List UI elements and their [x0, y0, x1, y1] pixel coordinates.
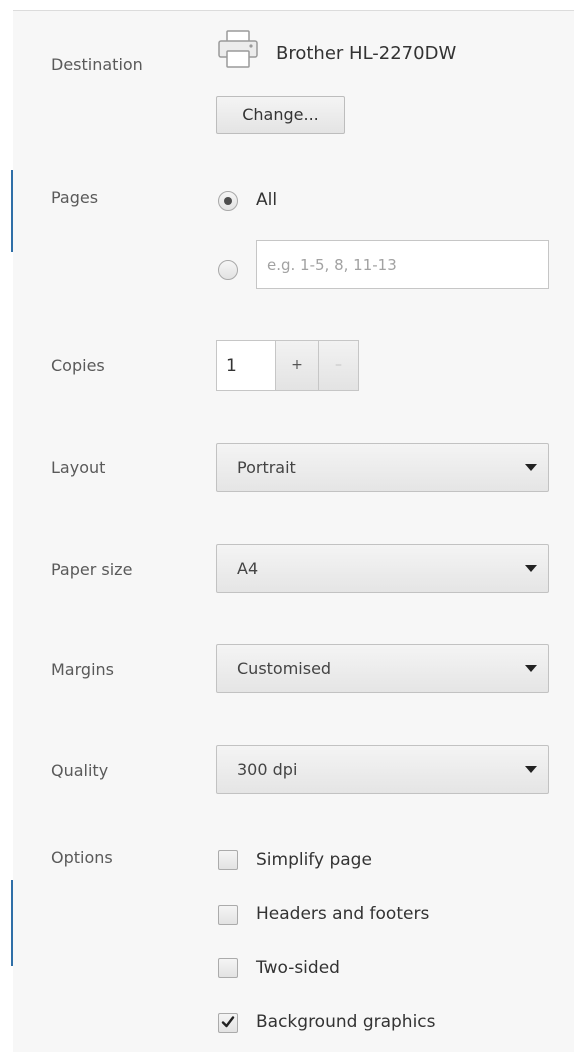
quality-select-value: 300 dpi — [237, 760, 298, 779]
change-destination-button[interactable]: Change... — [216, 96, 345, 134]
options-label: Options — [51, 848, 113, 867]
pages-all-radio[interactable] — [218, 191, 238, 211]
copies-input[interactable] — [216, 340, 276, 391]
margins-label: Margins — [51, 660, 114, 679]
pages-label: Pages — [51, 188, 99, 207]
chevron-down-icon — [525, 464, 537, 471]
print-settings-panel — [13, 10, 574, 1052]
two-sided-label[interactable]: Two-sided — [256, 957, 340, 979]
headers-footers-checkbox[interactable] — [218, 905, 238, 925]
quality-select[interactable]: 300 dpi — [216, 745, 549, 794]
chevron-down-icon — [525, 565, 537, 572]
pages-custom-radio[interactable] — [218, 260, 238, 280]
chevron-down-icon — [525, 665, 537, 672]
background-graphics-label[interactable]: Background graphics — [256, 1011, 436, 1033]
panel-edge-accent-bottom — [11, 880, 13, 966]
quality-label: Quality — [51, 761, 109, 780]
margins-select-value: Customised — [237, 659, 332, 678]
checkmark-icon — [221, 1016, 235, 1028]
layout-select-value: Portrait — [237, 458, 296, 477]
destination-label: Destination — [51, 55, 143, 74]
headers-footers-label[interactable]: Headers and footers — [256, 903, 429, 925]
layout-select[interactable]: Portrait — [216, 443, 549, 492]
background-graphics-checkbox[interactable] — [218, 1013, 238, 1033]
copies-decrement-button[interactable]: – — [318, 340, 359, 391]
paper-size-select-value: A4 — [237, 559, 259, 578]
pages-all-label[interactable]: All — [256, 189, 277, 211]
simplify-page-label[interactable]: Simplify page — [256, 849, 372, 871]
simplify-page-checkbox[interactable] — [218, 850, 238, 870]
panel-edge-accent-top — [11, 170, 13, 252]
two-sided-checkbox[interactable] — [218, 958, 238, 978]
pages-custom-input[interactable] — [256, 240, 549, 289]
destination-printer-name: Brother HL-2270DW — [276, 43, 457, 64]
copies-increment-button[interactable]: + — [275, 340, 319, 391]
copies-label: Copies — [51, 356, 105, 375]
paper-size-select[interactable]: A4 — [216, 544, 549, 593]
margins-select[interactable]: Customised — [216, 644, 549, 693]
printer-icon — [218, 30, 258, 68]
chevron-down-icon — [525, 766, 537, 773]
layout-label: Layout — [51, 458, 106, 477]
paper-size-label: Paper size — [51, 560, 133, 579]
